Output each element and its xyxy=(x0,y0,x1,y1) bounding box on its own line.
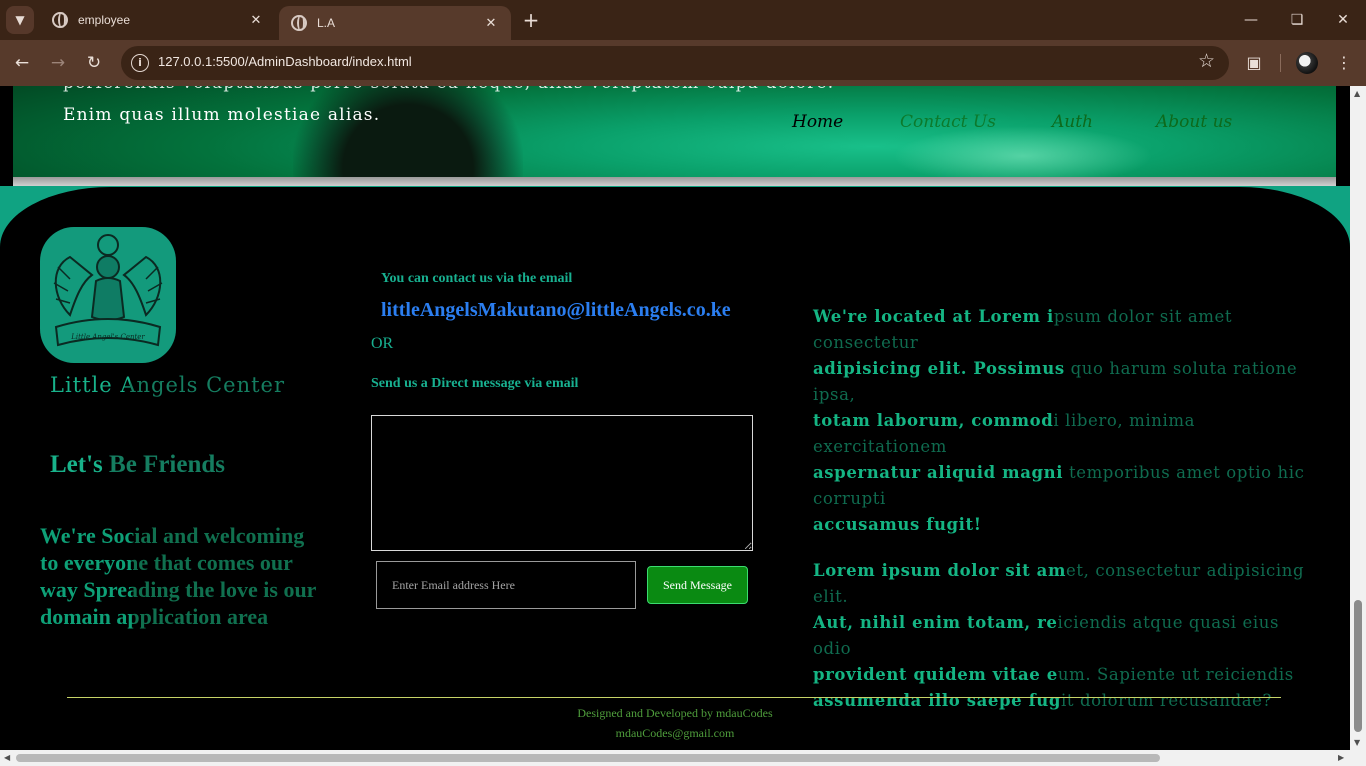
back-arrow-icon[interactable]: ← xyxy=(10,51,34,75)
hero-line: Enim quas illum molestiae alias. xyxy=(63,105,381,125)
location-paragraph: We're located at Lorem ipsum dolor sit a… xyxy=(813,304,1313,538)
lorem-line: Aut, nihil enim totam, re xyxy=(813,613,1058,632)
url-text[interactable]: 127.0.0.1:5500/AdminDashboard/index.html xyxy=(158,54,412,69)
vertical-scrollbar[interactable]: ▲ ▼ xyxy=(1350,86,1366,750)
scroll-right-icon[interactable]: ▶ xyxy=(1338,753,1344,762)
puzzle-icon[interactable]: ▣ xyxy=(1242,51,1266,75)
horizontal-scrollbar[interactable]: ◀ ▶ xyxy=(0,750,1366,766)
contact-email-link[interactable]: littleAngelsMakutano@littleAngels.co.ke xyxy=(381,299,731,322)
close-window-icon[interactable]: ✕ xyxy=(1320,0,1366,40)
location-line: We're located at Lorem i xyxy=(813,307,1054,326)
plus-icon[interactable]: + xyxy=(520,9,542,31)
location-text: We're located at Lorem ipsum dolor sit a… xyxy=(813,304,1313,734)
hero-line-partial: perferendis voluptatibus porro soluta ea… xyxy=(63,86,834,99)
social-text: We're Social and welcoming to everyone t… xyxy=(40,522,320,630)
tab-employee[interactable]: employee ✕ xyxy=(40,0,276,40)
location-line: aspernatur aliquid magni xyxy=(813,463,1064,482)
toolbar-divider xyxy=(1280,54,1281,72)
close-icon[interactable]: ✕ xyxy=(248,12,264,28)
reload-icon[interactable]: ↻ xyxy=(82,51,106,75)
globe-icon xyxy=(52,12,68,28)
hero-text: perferendis voluptatibus porro soluta ea… xyxy=(63,86,834,131)
globe-icon xyxy=(291,15,307,31)
scroll-down-icon[interactable]: ▼ xyxy=(1354,738,1360,747)
kebab-menu-icon[interactable]: ⋮ xyxy=(1332,51,1356,75)
svg-text:Little Angel's Center: Little Angel's Center xyxy=(70,333,145,341)
scroll-thumb[interactable] xyxy=(16,754,1160,762)
close-icon[interactable]: ✕ xyxy=(483,15,499,31)
nav-contact-us[interactable]: Contact Us xyxy=(900,112,996,132)
email-input[interactable] xyxy=(376,561,636,609)
forward-arrow-icon[interactable]: → xyxy=(46,51,70,75)
nav-home[interactable]: Home xyxy=(792,112,843,132)
browser-toolbar: ← → ↻ i 127.0.0.1:5500/AdminDashboard/in… xyxy=(0,40,1366,86)
friends-heading: Let's Be Friends xyxy=(50,451,225,478)
footer-divider xyxy=(67,697,1281,698)
scroll-up-icon[interactable]: ▲ xyxy=(1354,89,1360,98)
minimize-icon[interactable]: — xyxy=(1228,0,1274,40)
address-bar[interactable]: i 127.0.0.1:5500/AdminDashboard/index.ht… xyxy=(121,46,1229,80)
tab-title: L.A xyxy=(317,16,336,30)
direct-message-label: Send us a Direct message via email xyxy=(371,376,579,391)
brand-name: Little Angels Center xyxy=(50,373,286,397)
credit-email: mdauCodes@gmail.com xyxy=(615,726,735,740)
restore-icon[interactable]: ❏ xyxy=(1274,0,1320,40)
page-viewport: perferendis voluptatibus porro soluta ea… xyxy=(0,86,1350,750)
contact-lead: You can contact us via the email xyxy=(381,271,573,286)
nav-auth[interactable]: Auth xyxy=(1052,112,1093,132)
lorem-line-faded: um. Sapiente ut reiciendis xyxy=(1057,665,1294,684)
hero-water-sparkle xyxy=(893,126,1153,177)
location-line: totam laborum, commod xyxy=(813,411,1054,430)
lorem-line: Lorem ipsum dolor sit am xyxy=(813,561,1067,580)
angel-logo: Little Angel's Center xyxy=(40,227,176,363)
tab-title: employee xyxy=(78,13,131,27)
scroll-left-icon[interactable]: ◀ xyxy=(4,753,10,762)
location-line: adipisicing elit. Possimus xyxy=(813,359,1065,378)
tab-bar: ▼ employee ✕ L.A ✕ + — ❏ ✕ xyxy=(0,0,1366,40)
or-separator: OR xyxy=(371,335,394,352)
tab-la[interactable]: L.A ✕ xyxy=(279,6,511,40)
scroll-thumb[interactable] xyxy=(1354,600,1362,732)
send-message-button[interactable]: Send Message xyxy=(647,566,748,604)
location-line: accusamus fugit! xyxy=(813,515,982,534)
lorem-paragraph: Lorem ipsum dolor sit amet, consectetur … xyxy=(813,558,1313,714)
message-textarea[interactable] xyxy=(371,415,753,551)
avatar-icon[interactable] xyxy=(1296,52,1318,74)
chevron-down-icon[interactable]: ▼ xyxy=(6,6,34,34)
star-icon[interactable]: ☆ xyxy=(1198,50,1215,72)
hero-divider xyxy=(13,177,1336,186)
lorem-line: provident quidem vitae e xyxy=(813,665,1058,684)
nav-about-us[interactable]: About us xyxy=(1156,112,1232,132)
hero-banner: perferendis voluptatibus porro soluta ea… xyxy=(13,86,1336,177)
info-icon[interactable]: i xyxy=(131,54,149,72)
credit-line: Designed and Developed by mdauCodes xyxy=(577,706,773,720)
